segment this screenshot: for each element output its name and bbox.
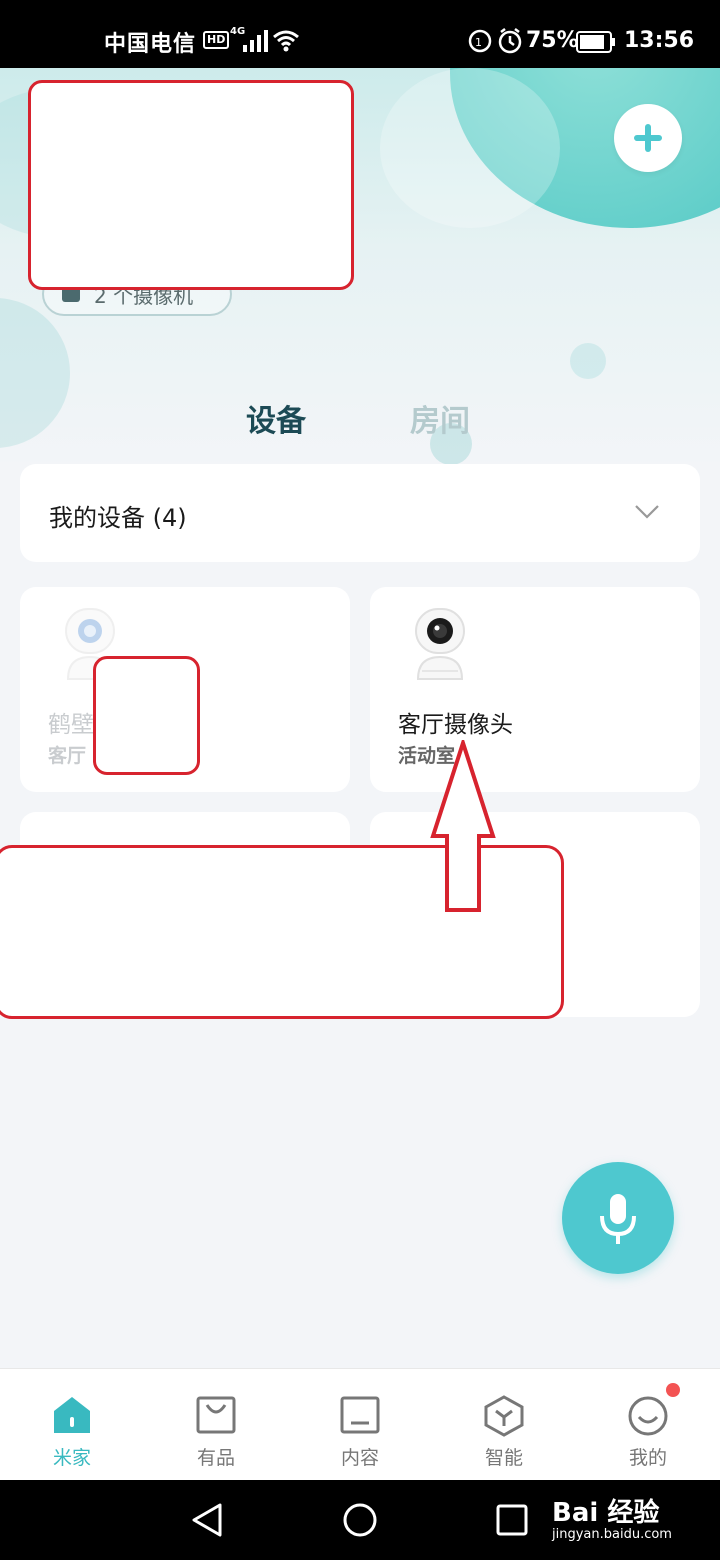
plus-icon	[634, 124, 662, 152]
nav-smart[interactable]: 智能	[454, 1369, 554, 1481]
smiley-icon	[628, 1396, 668, 1436]
nav-smart-label: 智能	[484, 1447, 523, 1469]
status-bar: 中国电信 HD 4G 1 75% 13:56	[0, 0, 720, 68]
nav-home-label: 米家	[52, 1447, 91, 1469]
tab-devices[interactable]: 设备	[246, 396, 306, 440]
bottom-navigation: 米家 有品 内容 智能 我的	[0, 1368, 720, 1481]
device-name: 客厅摄像头	[398, 712, 513, 738]
device-room: 客厅	[48, 745, 87, 767]
add-device-button[interactable]	[614, 104, 682, 172]
watermark-logo: Bai 经验	[552, 1498, 660, 1528]
nav-content[interactable]: 内容	[310, 1369, 410, 1481]
home-circle-icon[interactable]	[342, 1502, 378, 1538]
smart-cube-icon	[484, 1395, 524, 1437]
nav-mine-label: 我的	[628, 1447, 667, 1469]
watermark-url: jingyan.baidu.com	[552, 1527, 672, 1542]
nav-shop[interactable]: 有品	[166, 1369, 266, 1481]
battery-percent: 75%	[526, 28, 579, 53]
microphone-icon	[600, 1194, 636, 1244]
redacted-device-name	[93, 656, 200, 775]
device-name: 鹤壁	[48, 712, 94, 738]
battery-icon	[576, 31, 615, 53]
notification-badge	[666, 1383, 680, 1397]
recents-icon[interactable]	[496, 1504, 528, 1536]
redacted-home-name	[28, 80, 354, 290]
hd-badge: HD	[203, 31, 230, 49]
my-devices-section[interactable]: 我的设备 (4)	[20, 464, 700, 562]
voice-assistant-button[interactable]	[562, 1162, 674, 1274]
tab-rooms[interactable]: 房间	[410, 396, 470, 440]
device-card[interactable]: 客厅摄像头 活动室	[370, 587, 700, 792]
wifi-icon	[273, 30, 299, 52]
content-icon	[340, 1396, 380, 1434]
chevron-down-icon[interactable]	[634, 504, 660, 520]
carrier-name: 中国电信	[104, 32, 197, 57]
signal-icon	[243, 30, 268, 52]
annotation-arrow-up-icon	[430, 740, 496, 912]
clock: 13:56	[624, 28, 695, 53]
nav-mine[interactable]: 我的	[598, 1369, 698, 1481]
camera-icon	[415, 608, 465, 680]
home-icon	[54, 1397, 90, 1433]
shopping-bag-icon	[196, 1396, 236, 1434]
nav-content-label: 内容	[340, 1447, 379, 1469]
alarm-icon: 1	[468, 28, 522, 54]
nav-home[interactable]: 米家	[22, 1369, 122, 1481]
svg-text:1: 1	[475, 36, 482, 49]
nav-shop-label: 有品	[196, 1447, 235, 1469]
back-icon[interactable]	[190, 1502, 224, 1538]
my-devices-label: 我的设备 (4)	[49, 504, 187, 532]
